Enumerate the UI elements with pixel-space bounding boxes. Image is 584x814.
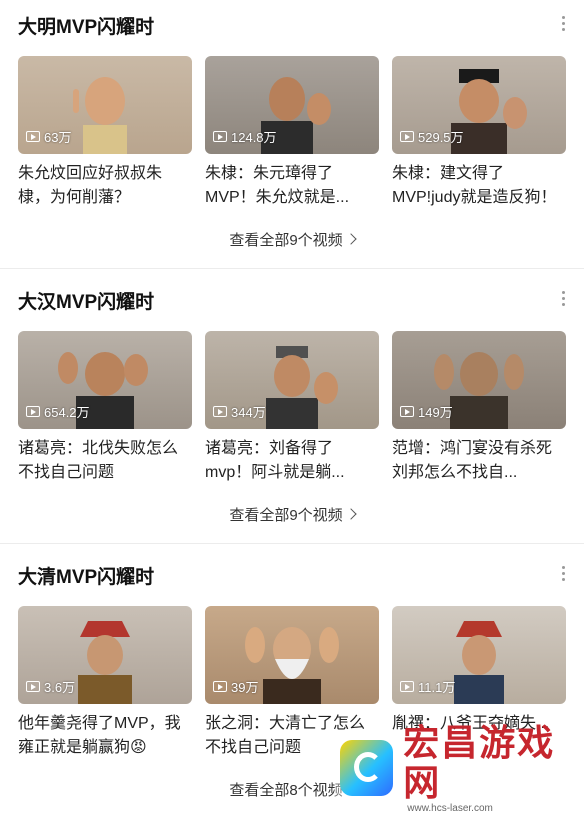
video-card[interactable]: 3.6万 他年羹尧得了MVP，我雍正就是躺赢狗😡 — [18, 606, 192, 760]
video-card[interactable]: 149万 范增：鸿门宴没有杀死刘邦怎么不找自... — [392, 331, 566, 485]
divider — [0, 543, 584, 544]
video-title[interactable]: 他年羹尧得了MVP，我雍正就是躺赢狗😡 — [18, 712, 192, 760]
view-count: 39万 — [231, 680, 259, 695]
see-all-label: 查看全部9个视频 — [229, 232, 343, 249]
play-icon — [26, 681, 40, 692]
video-card[interactable]: 124.8万 朱棣：朱元璋得了MVP！朱允炆就是... — [205, 56, 379, 210]
video-thumbnail[interactable]: 149万 — [392, 331, 566, 429]
view-count: 3.6万 — [44, 680, 76, 695]
more-options-icon[interactable] — [562, 16, 566, 31]
video-card[interactable]: 63万 朱允炆回应好叔叔朱棣，为何削藩？ — [18, 56, 192, 210]
video-title[interactable]: 朱棣：朱元璋得了MVP！朱允炆就是... — [205, 162, 379, 210]
view-count: 654.2万 — [44, 405, 90, 420]
video-title[interactable]: 诸葛亮：刘备得了mvp！阿斗就是躺... — [205, 437, 379, 485]
video-thumbnail[interactable]: 529.5万 — [392, 56, 566, 154]
video-thumbnail[interactable]: 654.2万 — [18, 331, 192, 429]
play-icon — [26, 131, 40, 142]
video-card[interactable]: 529.5万 朱棣：建文得了MVP!judy就是造反狗！ — [392, 56, 566, 210]
play-icon — [213, 681, 227, 692]
section-title: 大明MVP闪耀时 — [18, 17, 155, 38]
video-card[interactable]: 344万 诸葛亮：刘备得了mvp！阿斗就是躺... — [205, 331, 379, 485]
section-dahan: 大汉MVP闪耀时 654.2万 诸葛亮：北伐失败怎么不找自己问题 344万 诸葛… — [0, 275, 584, 543]
view-count: 124.8万 — [231, 130, 277, 145]
see-all-label: 查看全部9个视频 — [229, 507, 343, 524]
view-count: 149万 — [418, 405, 453, 420]
video-thumbnail[interactable]: 344万 — [205, 331, 379, 429]
site-watermark: 宏昌游戏网 www.hcs-laser.com — [334, 722, 584, 814]
chevron-right-icon — [345, 508, 357, 520]
see-all-label: 查看全部8个视频 — [229, 782, 343, 799]
divider — [0, 268, 584, 269]
section-title: 大清MVP闪耀时 — [18, 567, 155, 588]
video-title[interactable]: 范增：鸿门宴没有杀死刘邦怎么不找自... — [392, 437, 566, 485]
play-icon — [400, 681, 414, 692]
watermark-logo-icon — [340, 740, 394, 796]
video-title[interactable]: 朱允炆回应好叔叔朱棣，为何削藩？ — [18, 162, 192, 210]
view-count: 63万 — [44, 130, 72, 145]
section-daming: 大明MVP闪耀时 63万 朱允炆回应好叔叔朱棣，为何削藩？ 124.8万 朱棣：… — [0, 0, 584, 268]
play-icon — [213, 406, 227, 417]
video-thumbnail[interactable]: 3.6万 — [18, 606, 192, 704]
video-title[interactable]: 朱棣：建文得了MVP!judy就是造反狗！ — [392, 162, 566, 210]
person-image — [73, 77, 127, 154]
video-thumbnail[interactable]: 39万 — [205, 606, 379, 704]
play-icon — [400, 406, 414, 417]
section-title: 大汉MVP闪耀时 — [18, 292, 155, 313]
play-icon — [213, 131, 227, 142]
watermark-url: www.hcs-laser.com — [407, 802, 493, 814]
video-thumbnail[interactable]: 63万 — [18, 56, 192, 154]
video-title[interactable]: 诸葛亮：北伐失败怎么不找自己问题 — [18, 437, 192, 485]
watermark-name: 宏昌游戏网 — [403, 721, 556, 803]
more-options-icon[interactable] — [562, 566, 566, 581]
view-count: 344万 — [231, 405, 266, 420]
see-all-link[interactable]: 查看全部9个视频 — [0, 229, 584, 250]
play-icon — [400, 131, 414, 142]
see-all-link[interactable]: 查看全部9个视频 — [0, 504, 584, 525]
chevron-right-icon — [345, 233, 357, 245]
video-thumbnail[interactable]: 124.8万 — [205, 56, 379, 154]
video-thumbnail[interactable]: 11.1万 — [392, 606, 566, 704]
more-options-icon[interactable] — [562, 291, 566, 306]
play-icon — [26, 406, 40, 417]
view-count: 529.5万 — [418, 130, 464, 145]
view-count: 11.1万 — [418, 680, 456, 695]
video-card[interactable]: 654.2万 诸葛亮：北伐失败怎么不找自己问题 — [18, 331, 192, 485]
